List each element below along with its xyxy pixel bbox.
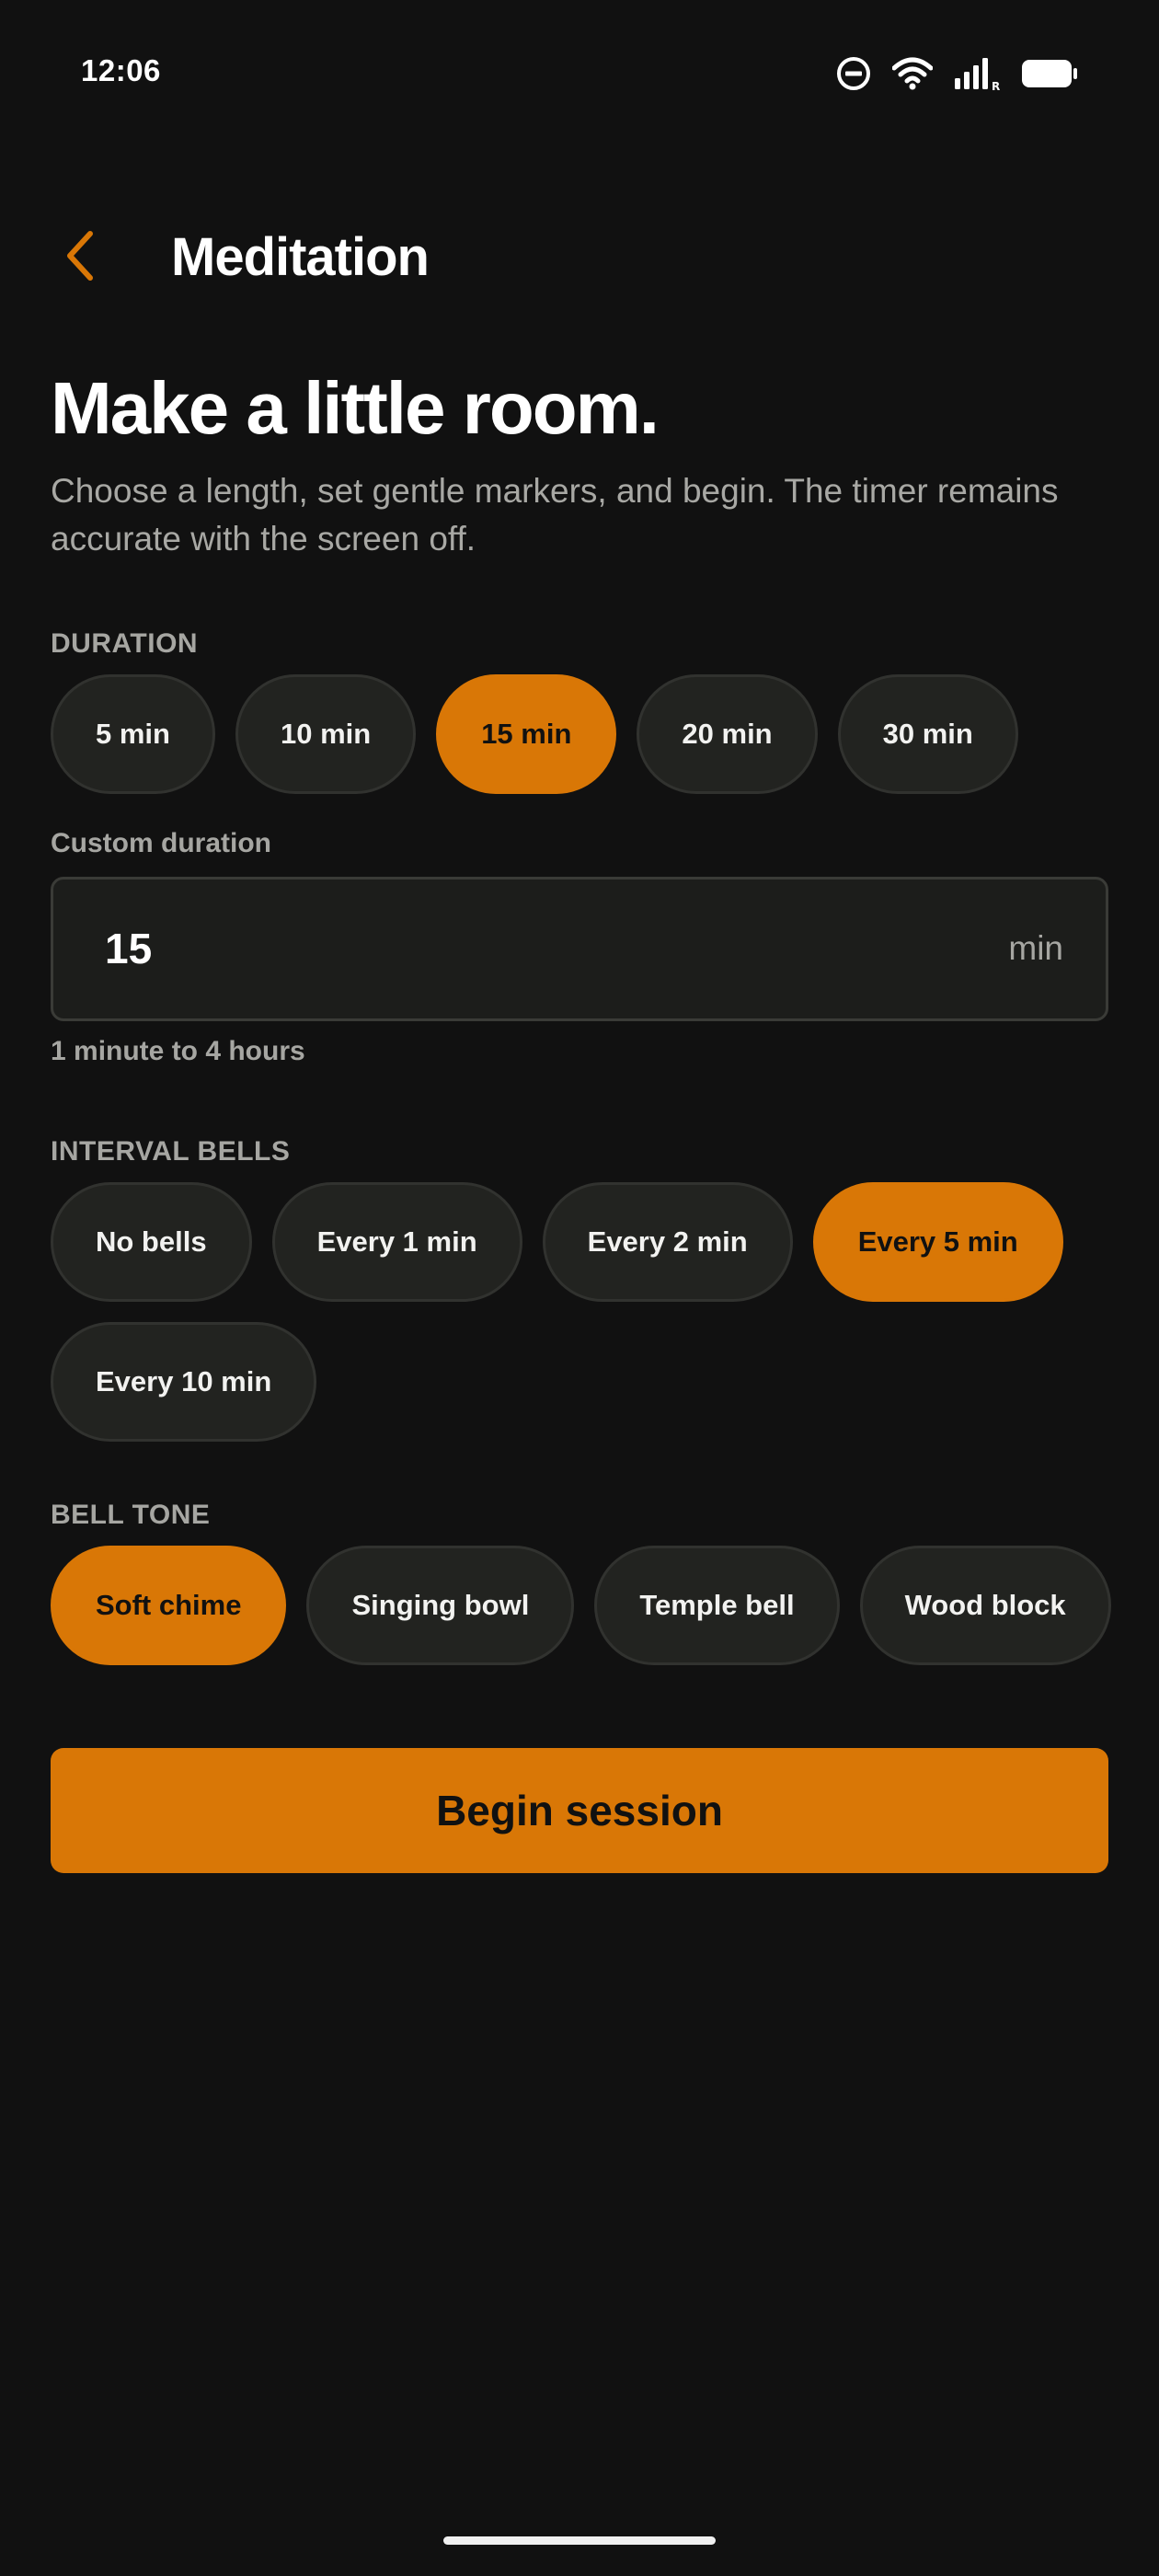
bell-tone-label: BELL TONE	[51, 1500, 211, 1530]
interval-chip-none[interactable]: No bells	[51, 1182, 252, 1302]
chevron-left-icon	[61, 228, 101, 288]
custom-duration-unit: min	[1008, 929, 1063, 967]
interval-chip-5[interactable]: Every 5 min	[812, 1182, 1063, 1302]
duration-options: 5 min 10 min 15 min 20 min 30 min	[51, 674, 1118, 794]
tone-chip-singing-bowl[interactable]: Singing bowl	[306, 1546, 575, 1665]
custom-duration-helper: 1 minute to 4 hours	[51, 1036, 305, 1066]
bell-tone-options: Soft chime Singing bowl Temple bell Wood…	[51, 1546, 1118, 1665]
duration-chip-15[interactable]: 15 min	[436, 674, 617, 794]
hero-subtitle: Choose a length, set gentle markers, and…	[51, 472, 1059, 558]
home-indicator[interactable]	[443, 2536, 716, 2545]
begin-session-button[interactable]: Begin session	[51, 1748, 1108, 1873]
interval-bells-label: INTERVAL BELLS	[51, 1136, 291, 1167]
interval-chip-10[interactable]: Every 10 min	[51, 1322, 317, 1442]
do-not-disturb-icon	[835, 55, 872, 92]
custom-duration-value: 15	[105, 925, 153, 972]
tone-chip-wood-block[interactable]: Wood block	[859, 1546, 1111, 1665]
tone-chip-soft-chime[interactable]: Soft chime	[51, 1546, 287, 1665]
status-bar: 12:06 R	[0, 0, 1159, 147]
duration-label: DURATION	[51, 628, 199, 659]
page-title: Meditation	[171, 227, 430, 287]
wifi-icon	[892, 57, 933, 90]
interval-bells-options: No bells Every 1 min Every 2 min Every 5…	[51, 1182, 1090, 1442]
back-button[interactable]	[44, 221, 118, 294]
duration-chip-5[interactable]: 5 min	[51, 674, 215, 794]
interval-chip-2[interactable]: Every 2 min	[542, 1182, 793, 1302]
custom-duration-field[interactable]: 15 min	[51, 877, 1108, 1021]
hero-title: Make a little room.	[51, 367, 660, 449]
custom-duration-label: Custom duration	[51, 828, 271, 858]
app-bar: Meditation	[0, 212, 1159, 313]
battery-icon	[1021, 58, 1078, 89]
duration-chip-10[interactable]: 10 min	[235, 674, 417, 794]
duration-chip-20[interactable]: 20 min	[637, 674, 818, 794]
interval-chip-1[interactable]: Every 1 min	[271, 1182, 522, 1302]
status-icons: R	[835, 53, 1078, 94]
status-time: 12:06	[81, 53, 161, 87]
duration-chip-30[interactable]: 30 min	[837, 674, 1018, 794]
tone-chip-temple-bell[interactable]: Temple bell	[594, 1546, 840, 1665]
svg-text:R: R	[992, 80, 1000, 91]
signal-icon: R	[953, 56, 1001, 91]
